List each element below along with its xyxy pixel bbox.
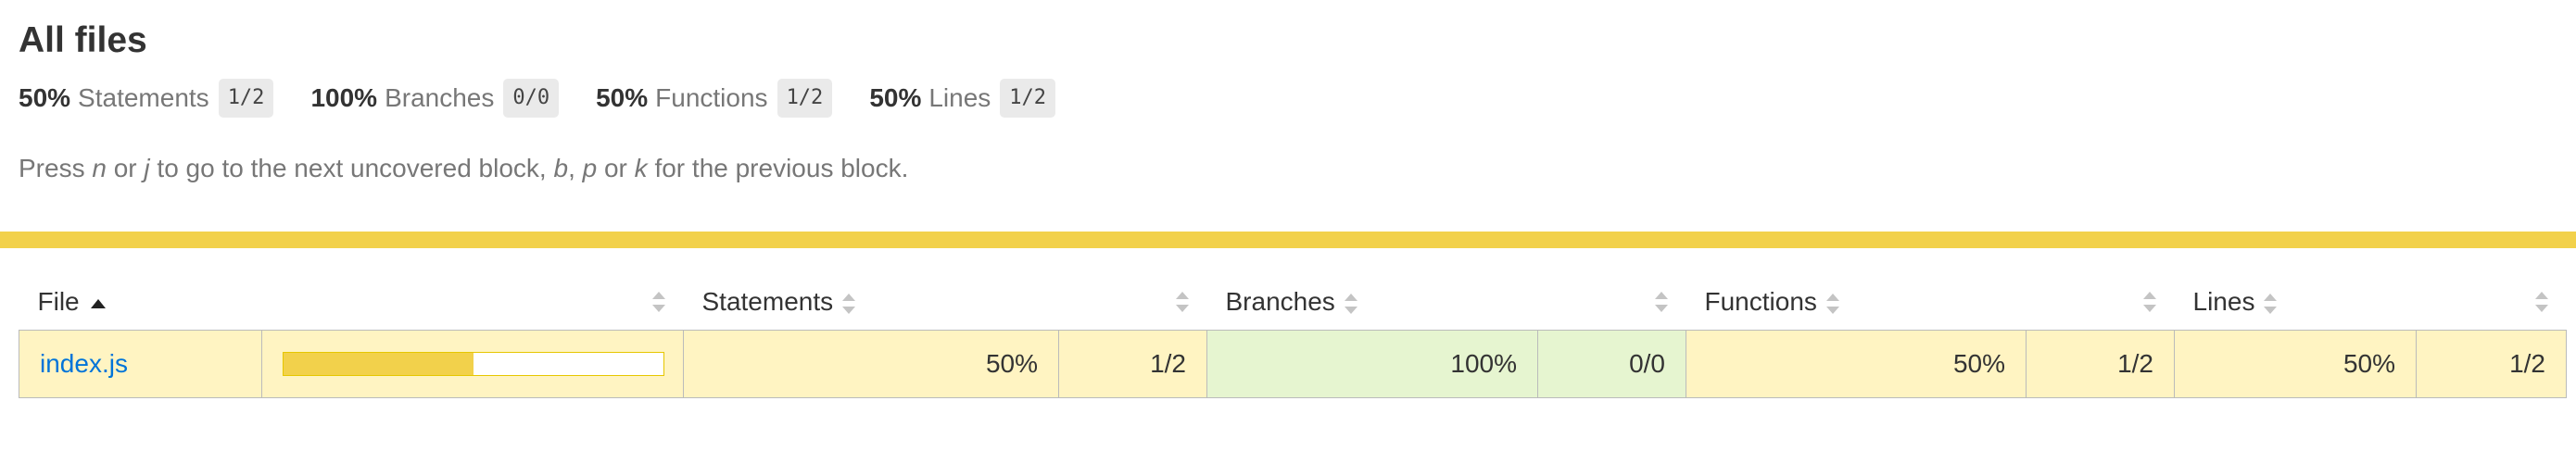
sort-icon bbox=[651, 292, 665, 312]
file-cell: index.js bbox=[19, 330, 262, 398]
summary-statements-pct: 50% bbox=[19, 83, 71, 112]
summary-statements-fraction: 1/2 bbox=[218, 79, 274, 118]
summary-functions-label: Functions bbox=[655, 83, 768, 112]
summary-functions-fraction: 1/2 bbox=[777, 79, 833, 118]
column-header-statements[interactable]: Statements bbox=[684, 274, 1059, 331]
table-row: index.js 50% 1/2 100% 0/0 50% 1/2 50% 1/… bbox=[19, 330, 2567, 398]
column-header-coverage-bar[interactable] bbox=[262, 274, 684, 331]
column-header-functions-raw[interactable] bbox=[2027, 274, 2175, 331]
sort-icon bbox=[2534, 292, 2548, 312]
sort-icon bbox=[1175, 292, 1189, 312]
statements-fraction-cell: 1/2 bbox=[1058, 330, 1207, 398]
summary-functions: 50% Functions 1/2 bbox=[596, 79, 833, 118]
sort-icon bbox=[2264, 293, 2278, 314]
sort-icon bbox=[1825, 293, 1839, 314]
summary-lines-fraction: 1/2 bbox=[1000, 79, 1056, 118]
column-header-functions[interactable]: Functions bbox=[1686, 274, 2027, 331]
column-header-branches-raw[interactable] bbox=[1538, 274, 1686, 331]
functions-pct-cell: 50% bbox=[1686, 330, 2027, 398]
summary-lines-pct: 50% bbox=[869, 83, 922, 112]
column-header-lines-raw[interactable] bbox=[2417, 274, 2567, 331]
column-header-branches[interactable]: Branches bbox=[1207, 274, 1538, 331]
lines-pct-cell: 50% bbox=[2174, 330, 2417, 398]
branches-fraction-cell: 0/0 bbox=[1537, 330, 1686, 398]
column-header-file[interactable]: File bbox=[19, 274, 262, 331]
lines-fraction-cell: 1/2 bbox=[2416, 330, 2567, 398]
sort-ascending-icon bbox=[90, 298, 106, 308]
statements-pct-cell: 50% bbox=[683, 330, 1059, 398]
coverage-status-bar bbox=[0, 232, 2576, 248]
summary-statements: 50% Statements 1/2 bbox=[19, 79, 274, 118]
summary-lines-label: Lines bbox=[928, 83, 991, 112]
summary-branches-fraction: 0/0 bbox=[503, 79, 560, 118]
coverage-table: File Statements Branches Functions Lines… bbox=[19, 274, 2567, 398]
sort-icon bbox=[1654, 292, 1668, 312]
coverage-bar-cell bbox=[261, 330, 684, 398]
summary-branches: 100% Branches 0/0 bbox=[310, 79, 560, 118]
sort-icon bbox=[2142, 292, 2156, 312]
summary-branches-label: Branches bbox=[385, 83, 495, 112]
summary-branches-pct: 100% bbox=[310, 83, 378, 112]
column-header-lines[interactable]: Lines bbox=[2175, 274, 2417, 331]
summary-functions-pct: 50% bbox=[596, 83, 649, 112]
functions-fraction-cell: 1/2 bbox=[2026, 330, 2175, 398]
summary-statements-label: Statements bbox=[78, 83, 209, 112]
coverage-bar-fill bbox=[284, 353, 474, 375]
column-header-statements-raw[interactable] bbox=[1059, 274, 1207, 331]
sort-icon bbox=[842, 293, 856, 314]
keyboard-hint: Press n or j to go to the next uncovered… bbox=[19, 154, 909, 182]
branches-pct-cell: 100% bbox=[1206, 330, 1538, 398]
file-link[interactable]: index.js bbox=[40, 349, 128, 378]
table-header-row: File Statements Branches Functions Lines bbox=[19, 274, 2567, 331]
page-title: All files bbox=[19, 20, 147, 60]
coverage-summary: 50% Statements 1/2 100% Branches 0/0 50%… bbox=[19, 78, 2557, 119]
summary-lines: 50% Lines 1/2 bbox=[869, 79, 1056, 118]
coverage-header: All files 50% Statements 1/2 100% Branch… bbox=[0, 0, 2576, 185]
sort-icon bbox=[1344, 293, 1357, 314]
coverage-bar bbox=[283, 352, 664, 376]
